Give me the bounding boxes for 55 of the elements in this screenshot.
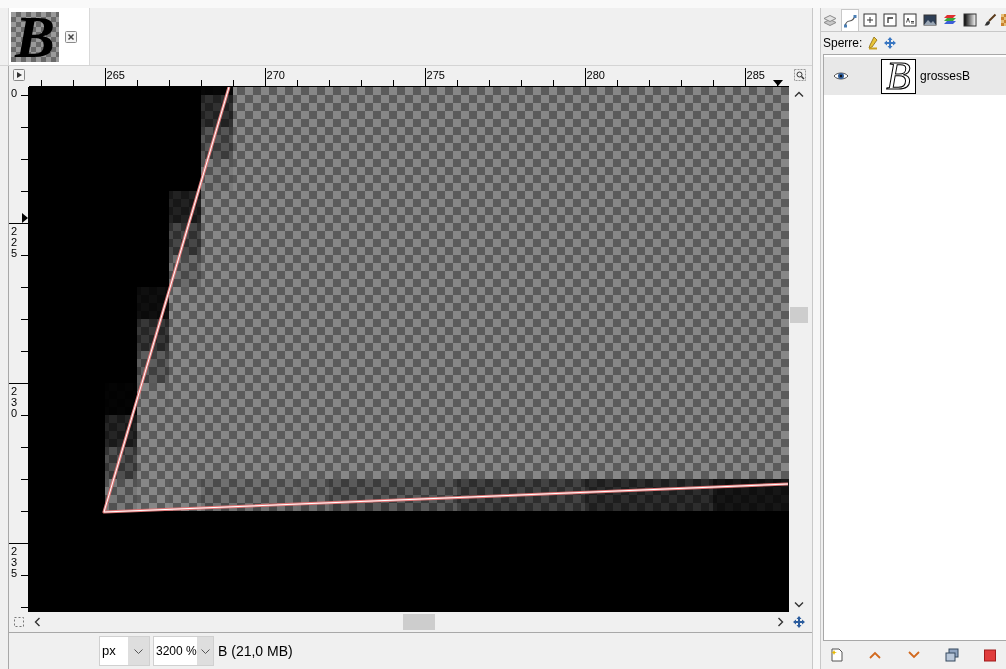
chevron-right-icon xyxy=(778,617,784,627)
plus-box-icon xyxy=(863,13,877,27)
ruler-label: 270 xyxy=(266,69,285,81)
move-icon xyxy=(793,616,805,628)
ruler-label: 235 xyxy=(11,546,19,579)
color-layers-icon xyxy=(943,13,957,27)
curve-icon xyxy=(843,13,857,28)
ruler-label: 265 xyxy=(106,69,125,81)
brush-icon xyxy=(983,13,997,27)
new-layer-button[interactable] xyxy=(830,648,844,662)
corner-box-icon xyxy=(883,13,897,27)
duplicate-icon xyxy=(944,648,959,662)
lock-pixels-button[interactable] xyxy=(867,36,880,50)
layer-name[interactable]: grossesB xyxy=(920,67,971,85)
close-icon xyxy=(65,30,77,43)
move-icon xyxy=(884,37,897,49)
image-icon xyxy=(923,13,937,27)
ruler-label: 275 xyxy=(426,69,445,81)
zoom-icon xyxy=(794,69,807,81)
lock-label: Sperre: xyxy=(823,35,863,52)
ruler-label: 225 xyxy=(11,226,19,259)
caret-down-icon xyxy=(907,651,920,659)
zoom-toggle-button[interactable] xyxy=(794,69,807,81)
dashed-square-icon xyxy=(14,617,24,627)
path-outline[interactable] xyxy=(102,87,789,514)
navigate-button[interactable] xyxy=(793,616,805,628)
duplicate-layer-button[interactable] xyxy=(944,648,959,662)
pencil-icon xyxy=(868,36,879,50)
close-button[interactable] xyxy=(65,30,77,43)
gradient-icon xyxy=(963,13,977,27)
thumbnail-letter: B xyxy=(886,59,911,93)
lines-box-icon xyxy=(903,13,917,27)
caret-up-icon xyxy=(869,651,882,659)
pane-handle[interactable] xyxy=(812,8,820,669)
scroll-thumb[interactable] xyxy=(403,614,435,630)
new-page-icon xyxy=(830,648,844,662)
chevron-down-icon xyxy=(794,602,804,608)
layers-icon xyxy=(823,13,837,27)
ruler-label: 285 xyxy=(746,69,765,81)
chevron-up-icon xyxy=(794,91,804,97)
ruler-label: 230 xyxy=(11,386,19,419)
chevron-left-icon xyxy=(34,617,40,627)
thumbnail-letter: B xyxy=(15,11,55,62)
ruler-label: 0 xyxy=(11,88,19,99)
delete-layer-button[interactable] xyxy=(983,648,997,662)
layer-row[interactable]: B grossesB xyxy=(824,57,1006,95)
image-tab[interactable]: B xyxy=(8,8,90,65)
quick-mask-button[interactable] xyxy=(14,617,24,627)
image-menu-button[interactable] xyxy=(12,69,25,81)
pattern-icon xyxy=(1001,13,1006,27)
ruler-label: 280 xyxy=(586,69,605,81)
lock-position-button[interactable] xyxy=(884,37,897,49)
scroll-thumb[interactable] xyxy=(790,307,808,323)
delete-icon xyxy=(983,648,997,662)
image-info-label: B (21,0 MB) xyxy=(218,641,293,661)
